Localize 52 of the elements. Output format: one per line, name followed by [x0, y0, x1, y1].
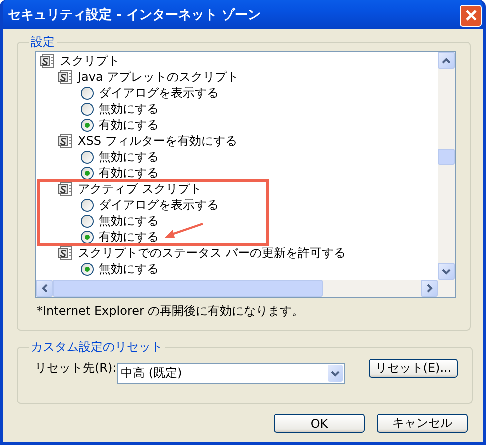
vertical-scrollbar[interactable]: [438, 52, 455, 280]
scroll-down-button[interactable]: [438, 263, 455, 280]
radio-button[interactable]: [81, 86, 94, 100]
radio-button[interactable]: [81, 214, 94, 228]
option-label: 有効にする: [99, 164, 159, 182]
option-label: 無効にする: [99, 148, 159, 166]
option-label: 有効にする: [99, 116, 159, 134]
restart-note: *Internet Explorer の再開後に有効になります。: [36, 303, 306, 320]
radio-button[interactable]: [81, 198, 94, 212]
reset-to-label: リセット先(R):: [35, 360, 117, 377]
scroll-up-button[interactable]: [438, 52, 455, 69]
option-label: ダイアログを表示する: [99, 196, 219, 214]
reset-button[interactable]: リセット(E)...: [369, 359, 458, 378]
cancel-button[interactable]: キャンセル: [377, 414, 468, 433]
scroll-thumb[interactable]: [53, 280, 323, 297]
chevron-right-icon: [426, 284, 432, 293]
setting-label: アクティブ スクリプト: [78, 180, 202, 198]
script-settings-icon: [58, 246, 75, 260]
setting-label: スクリプトでのステータス バーの更新を許可する: [78, 244, 346, 262]
option-label: 無効にする: [99, 212, 159, 230]
category-label: スクリプト: [60, 52, 120, 70]
option-label: 有効にする: [99, 228, 159, 246]
radio-button[interactable]: [81, 230, 94, 244]
horizontal-scrollbar[interactable]: [36, 280, 455, 297]
option-label: 無効にする: [99, 100, 159, 118]
close-button[interactable]: [460, 4, 482, 26]
scroll-left-button[interactable]: [36, 280, 53, 297]
radio-button[interactable]: [81, 102, 94, 116]
script-settings-icon: [58, 70, 75, 84]
scroll-thumb[interactable]: [438, 149, 455, 165]
setting-label: XSS フィルターを有効にする: [78, 132, 238, 150]
script-settings-icon: [40, 54, 57, 68]
radio-button[interactable]: [81, 118, 94, 132]
script-settings-icon: [58, 182, 75, 196]
setting-label: Java アプレットのスクリプト: [78, 68, 240, 86]
radio-button[interactable]: [81, 150, 94, 164]
close-icon: [464, 9, 478, 22]
pointer-arrow: [164, 223, 204, 240]
group-label: カスタム設定のリセット: [30, 339, 164, 356]
reset-level-dropdown[interactable]: 中高 (既定): [117, 363, 345, 384]
radio-button[interactable]: [81, 262, 94, 276]
option-label: 無効にする: [99, 260, 159, 278]
chevron-up-icon: [442, 58, 451, 64]
script-settings-icon: [58, 134, 75, 148]
chevron-left-icon: [42, 284, 48, 293]
ok-button[interactable]: OK: [274, 414, 365, 433]
window-title: セキュリティ設定 - インターネット ゾーン: [7, 6, 261, 24]
group-label: 設定: [30, 34, 56, 51]
chevron-down-icon: [442, 268, 451, 274]
option-label: ダイアログを表示する: [99, 84, 219, 102]
scroll-right-button[interactable]: [421, 280, 438, 297]
radio-button[interactable]: [81, 166, 94, 180]
